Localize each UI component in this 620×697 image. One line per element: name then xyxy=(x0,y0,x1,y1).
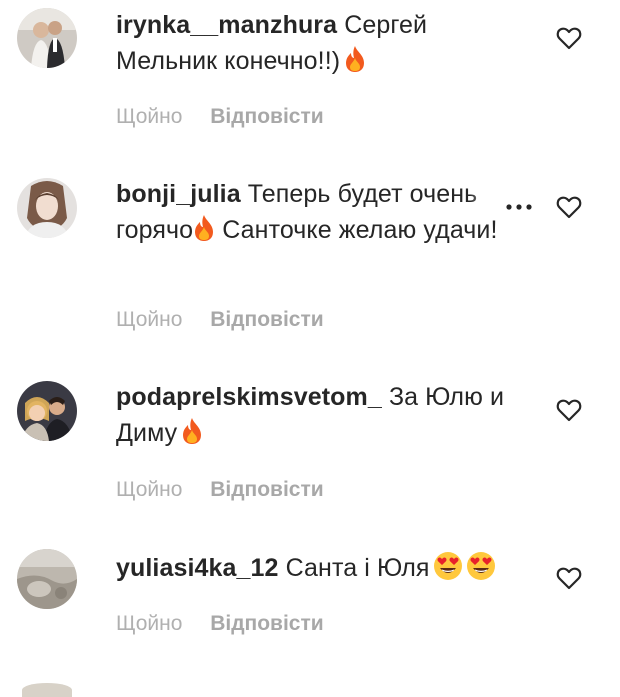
reply-button[interactable]: Відповісти xyxy=(210,478,323,501)
comment-body: irynka__manzhura Сергей Мельник конечно!… xyxy=(116,7,506,79)
comment-body: podaprelskimsvetom_ За Юлю и Диму xyxy=(116,379,506,451)
avatar[interactable] xyxy=(17,8,77,68)
comment-meta: Щойно Відповісти xyxy=(116,478,324,502)
comment-body: bonji_julia Теперь будет очень горячо Са… xyxy=(116,176,506,248)
comment-message: Санта і Юля xyxy=(285,554,430,582)
avatar[interactable] xyxy=(17,381,77,441)
more-options-icon[interactable] xyxy=(505,202,533,212)
comment-text: podaprelskimsvetom_ За Юлю и Диму xyxy=(116,379,506,451)
avatar[interactable] xyxy=(17,549,77,609)
comment-username[interactable]: bonji_julia xyxy=(116,180,241,208)
heart-outline-icon[interactable] xyxy=(556,26,582,50)
reply-button[interactable]: Відповісти xyxy=(210,105,323,128)
comment-meta: Щойно Відповісти xyxy=(116,105,324,129)
heart-outline-icon[interactable] xyxy=(556,195,582,219)
comment-username[interactable]: podaprelskimsvetom_ xyxy=(116,383,382,411)
comment-username[interactable]: irynka__manzhura xyxy=(116,11,337,39)
comment-username[interactable]: yuliasi4ka_12 xyxy=(116,554,279,582)
comment-timestamp: Щойно xyxy=(116,612,183,635)
fire-emoji xyxy=(183,418,202,444)
comment-timestamp: Щойно xyxy=(116,308,183,331)
comment-timestamp: Щойно xyxy=(116,478,183,501)
comment-message-continued: Санточке желаю удачи! xyxy=(222,216,498,244)
fire-emoji xyxy=(195,215,214,241)
text-fade-overlay xyxy=(470,180,502,216)
comment-text: irynka__manzhura Сергей Мельник конечно!… xyxy=(116,7,506,79)
reply-button[interactable]: Відповісти xyxy=(210,612,323,635)
comment-text: bonji_julia Теперь будет очень горячо Са… xyxy=(116,176,506,248)
reply-button[interactable]: Відповісти xyxy=(210,308,323,331)
comment-text: yuliasi4ka_12 Санта і Юля xyxy=(116,550,506,586)
comment-timestamp: Щойно xyxy=(116,105,183,128)
comment-body: yuliasi4ka_12 Санта і Юля xyxy=(116,550,506,586)
heart-outline-icon[interactable] xyxy=(556,398,582,422)
fire-emoji xyxy=(346,46,365,72)
avatar[interactable] xyxy=(17,178,77,238)
heart-eyes-emoji xyxy=(466,552,495,580)
next-comment-avatar xyxy=(22,683,72,697)
heart-eyes-emoji xyxy=(433,552,462,580)
comments-list: irynka__manzhura Сергей Мельник конечно!… xyxy=(0,0,620,697)
comment-meta: Щойно Відповісти xyxy=(116,308,324,332)
comment-meta: Щойно Відповісти xyxy=(116,612,324,636)
heart-outline-icon[interactable] xyxy=(556,566,582,590)
